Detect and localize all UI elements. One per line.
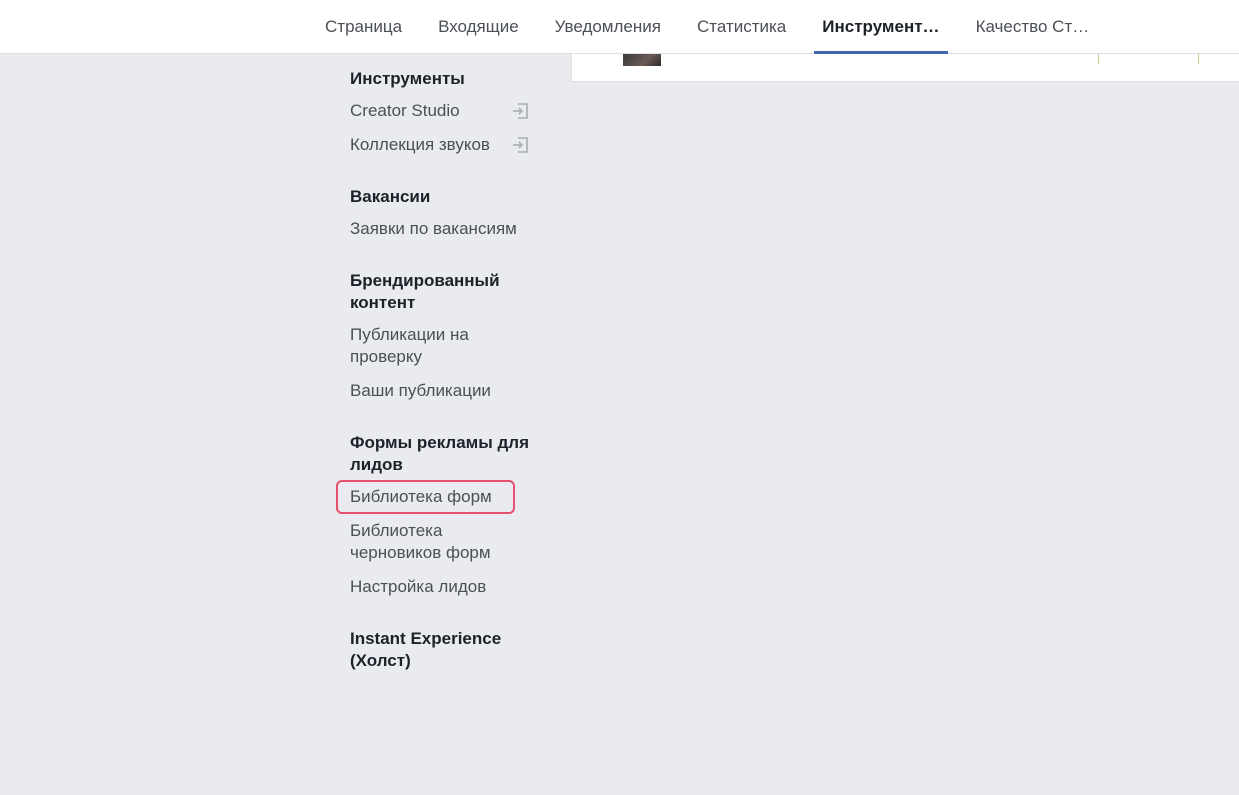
main-content-panel (571, 54, 1239, 82)
sidebar-item-job-applications[interactable]: Заявки по вакансиям (338, 212, 538, 246)
tools-sidebar: Инструменты Creator Studio Коллекция зву… (336, 54, 563, 692)
sidebar-item-label: Creator Studio (350, 101, 460, 120)
section-title-tools: Инструменты (350, 69, 465, 88)
tab-tools[interactable]: Инструмент… (814, 0, 948, 54)
tab-inbox[interactable]: Входящие (420, 0, 537, 54)
sidebar-item-posts-for-review[interactable]: Публикации на проверку (338, 318, 538, 374)
page-tabs: Страница Входящие Уведомления Статистика… (307, 0, 1107, 54)
sidebar-item-creator-studio[interactable]: Creator Studio (338, 94, 543, 128)
tab-page-quality[interactable]: Качество Ст… (958, 0, 1108, 54)
tab-page[interactable]: Страница (307, 0, 420, 54)
section-title-jobs: Вакансии (350, 187, 431, 206)
external-link-icon (513, 137, 528, 153)
section-title-lead-ads-forms: Формы рекламы для лидов (350, 433, 530, 474)
external-link-icon (513, 103, 528, 119)
post-thumbnail[interactable] (623, 54, 661, 66)
section-instant-experience: Instant Experience (Холст) (338, 620, 563, 676)
sidebar-item-forms-library[interactable]: Библиотека форм (336, 480, 515, 514)
sidebar-item-draft-forms-library[interactable]: Библиотека черновиков форм (338, 514, 538, 570)
top-navigation-bar: Страница Входящие Уведомления Статистика… (0, 0, 1239, 54)
section-jobs: Вакансии Заявки по вакансиям (338, 178, 563, 246)
sidebar-item-label: Коллекция звуков (350, 135, 490, 154)
section-lead-ads-forms: Формы рекламы для лидов Библиотека форм … (336, 424, 563, 604)
column-divider (1098, 54, 1099, 64)
sidebar-item-sound-collection[interactable]: Коллекция звуков (338, 128, 543, 162)
tab-notifications[interactable]: Уведомления (537, 0, 679, 54)
section-branded-content: Брендированный контент Публикации на про… (338, 262, 563, 408)
column-divider (1198, 54, 1199, 64)
sidebar-item-lead-setup[interactable]: Настройка лидов (338, 570, 538, 604)
sidebar-item-your-posts[interactable]: Ваши публикации (338, 374, 538, 408)
section-title-instant-experience[interactable]: Instant Experience (Холст) (338, 620, 553, 676)
section-title-branded-content: Брендированный контент (350, 271, 500, 312)
tab-statistics[interactable]: Статистика (679, 0, 804, 54)
section-tools: Инструменты Creator Studio Коллекция зву… (338, 60, 563, 162)
